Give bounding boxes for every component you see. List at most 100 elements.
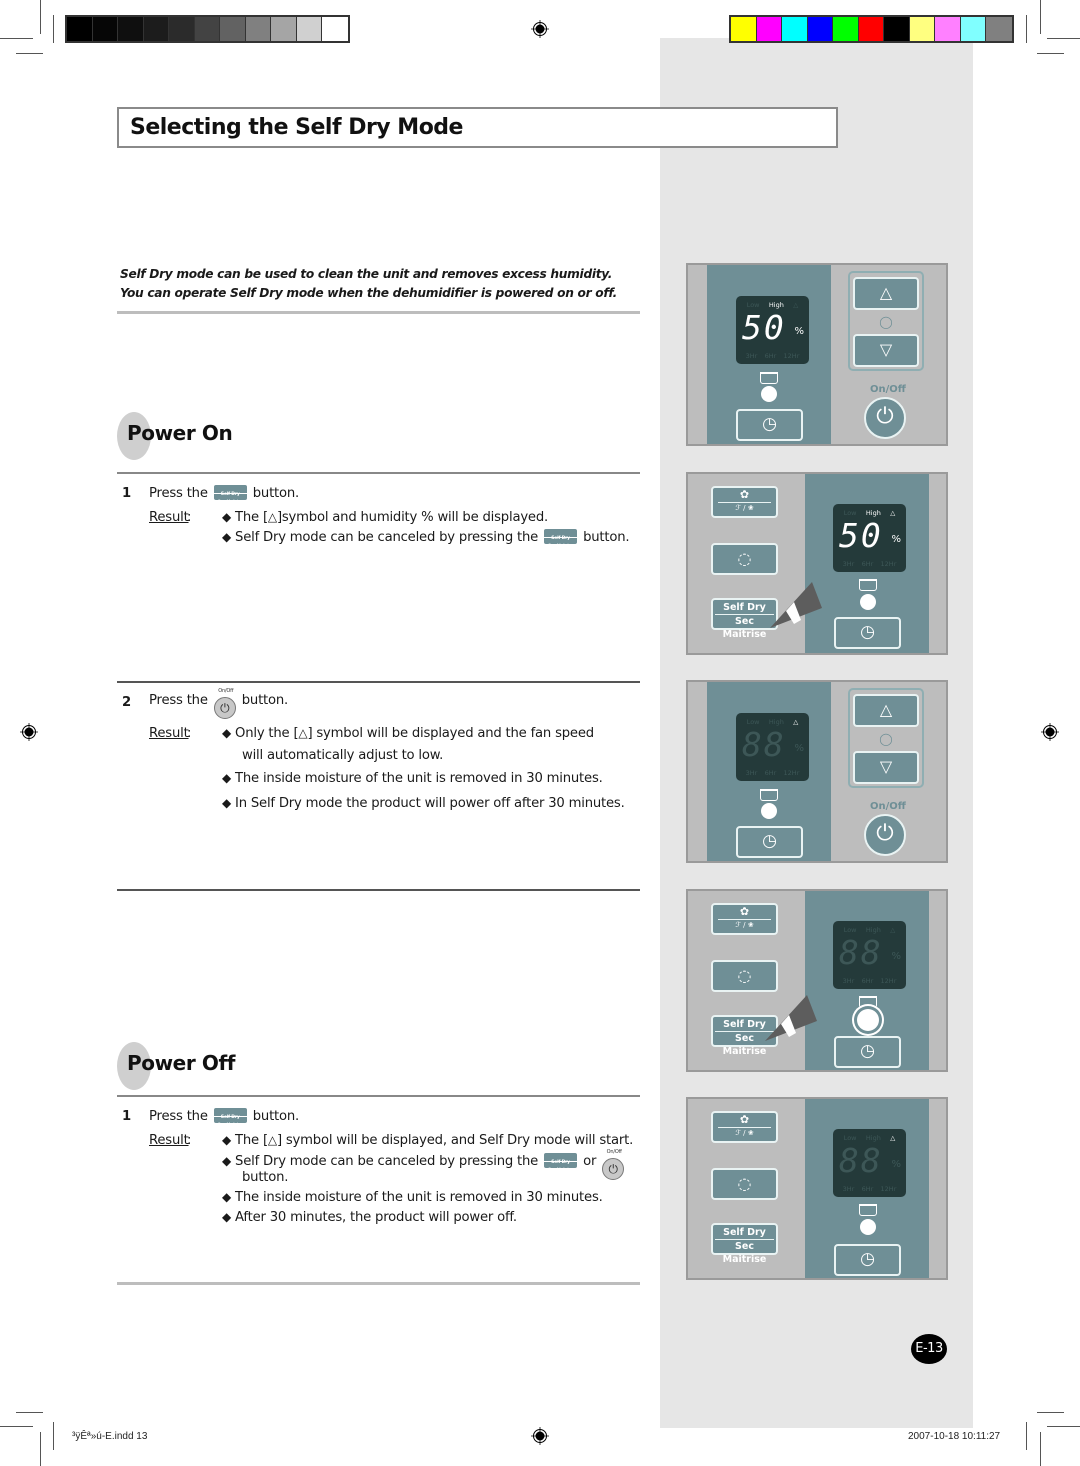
power-button-icon: On/Off ⏻ <box>213 688 236 719</box>
power-button[interactable]: ⏻ <box>864 814 906 856</box>
bullet-text: The [ <box>235 1133 268 1148</box>
color-swatch <box>92 17 118 41</box>
fan-button[interactable]: ✿ ℱ / ❀ <box>711 903 778 935</box>
control-panel-illustration: ✿ ℱ / ❀ ◌ Self Dry Sec Maitrise Low High △ 8… <box>686 889 948 1072</box>
page-number-badge: E-13 <box>911 1334 947 1364</box>
bullet-continuation: button. <box>242 1170 289 1185</box>
fan-icon: ✿ <box>739 1113 750 1126</box>
crop-mark <box>1037 1412 1064 1413</box>
control-panel-illustration: Low High △ 88 % 3Hr 6Hr 12Hr ◷ △ ◯ ▽ On/Off … <box>686 680 948 863</box>
print-timestamp: 2007-10-18 10:11:27 <box>908 1431 1001 1442</box>
bullet-diamond-icon: ◆ <box>222 1154 232 1168</box>
step-instruction: Press the button. <box>149 1108 299 1134</box>
fan-mode-icon: ℱ / ❀ <box>718 502 771 513</box>
section-title: Power Off <box>127 1051 236 1075</box>
result-label: Result <box>149 1132 189 1149</box>
bullet-text: Self Dry mode can be canceled by pressin… <box>235 1154 539 1169</box>
crop-mark <box>1026 15 1027 43</box>
onoff-label: On/Off <box>870 801 906 812</box>
fan-button[interactable]: ✿ ℱ / ❀ <box>711 486 778 518</box>
display-percent: % <box>891 1159 901 1170</box>
display-label-12hr: 12Hr <box>783 352 800 360</box>
crop-mark <box>0 38 33 39</box>
bullet-diamond-icon: ◆ <box>222 1190 232 1204</box>
registration-mark-icon <box>531 20 549 38</box>
result-bullet: ◆ The [△] symbol will be displayed, and … <box>222 1132 633 1149</box>
divider <box>117 1095 640 1097</box>
step-number: 1 <box>122 486 131 501</box>
result-label: Result <box>149 509 189 526</box>
section-heading-power-on: Power On <box>117 412 417 460</box>
lcd-display: Low High △ 50 % 3Hr 6Hr 12Hr <box>833 504 906 572</box>
bullet-text: The inside moisture of the unit is remov… <box>235 1190 603 1205</box>
divider <box>117 1282 640 1285</box>
grayscale-bar <box>65 15 350 43</box>
indicator-led <box>761 386 777 402</box>
fan-mode-icon: ℱ / ❀ <box>718 1127 771 1138</box>
bullet-diamond-icon: ◆ <box>222 726 232 740</box>
result-bullet: ◆ In Self Dry mode the product will powe… <box>222 795 625 812</box>
bullet-diamond-icon: ◆ <box>222 530 232 544</box>
page-title-box: Selecting the Self Dry Mode <box>117 107 838 148</box>
timer-button[interactable]: ◷ <box>736 409 803 441</box>
self-dry-button[interactable]: Self Dry Sec Maitrise <box>711 1223 778 1265</box>
timer-button[interactable]: ◷ <box>834 1036 901 1068</box>
display-digits: 88 <box>742 725 786 764</box>
power-button[interactable]: ⏻ <box>864 397 906 439</box>
crop-mark <box>1047 38 1080 39</box>
fan-mode-icon: ℱ / ❀ <box>718 919 771 930</box>
down-button[interactable]: ▽ <box>853 751 919 784</box>
section-heading-power-off: Power Off <box>117 1042 417 1090</box>
humidity-control-group: △ ◯ ▽ <box>848 688 924 788</box>
color-swatch <box>756 17 782 41</box>
color-swatch <box>143 17 169 41</box>
timer-button[interactable]: ◷ <box>834 1244 901 1276</box>
sec-maitrise-label: Sec Maitrise <box>715 614 774 641</box>
result-colon: : <box>187 510 192 525</box>
color-swatch <box>782 17 808 41</box>
mode-button[interactable]: ◌ <box>711 1168 778 1200</box>
color-swatch <box>67 17 93 41</box>
intro-line: You can operate Self Dry mode when the d… <box>120 286 617 300</box>
up-button[interactable]: △ <box>853 277 919 310</box>
result-label: Result <box>149 725 189 742</box>
bullet-text: The inside moisture of the unit is remov… <box>235 771 603 786</box>
up-button[interactable]: △ <box>853 694 919 727</box>
mode-button[interactable]: ◌ <box>711 960 778 992</box>
divider <box>117 311 640 314</box>
onoff-label: On/Off <box>606 1149 622 1155</box>
drop-icon: △ <box>267 1133 277 1147</box>
crop-mark <box>40 1432 41 1466</box>
humidity-icon: ◯ <box>879 315 893 329</box>
step-number: 1 <box>122 1109 131 1124</box>
timer-button[interactable]: ◷ <box>736 826 803 858</box>
display-label-6hr: 6Hr <box>764 769 777 777</box>
bullet-text: button. <box>583 530 630 545</box>
color-swatch <box>986 17 1012 41</box>
self-dry-button-icon <box>544 529 578 555</box>
divider <box>117 889 640 891</box>
drop-icon: △ <box>890 926 896 934</box>
water-tank-icon <box>760 789 778 801</box>
bullet-diamond-icon: ◆ <box>222 796 232 810</box>
timer-button[interactable]: ◷ <box>834 617 901 649</box>
color-swatch <box>194 17 220 41</box>
color-swatch <box>169 17 195 41</box>
crop-mark <box>1040 0 1041 34</box>
mode-button[interactable]: ◌ <box>711 543 778 575</box>
humidity-icon: ◯ <box>879 732 893 746</box>
water-tank-icon <box>859 996 877 1008</box>
display-label-6hr: 6Hr <box>764 352 777 360</box>
press-pointer-icon <box>765 995 817 1041</box>
bullet-continuation: will automatically adjust to low. <box>242 748 444 763</box>
fan-button[interactable]: ✿ ℱ / ❀ <box>711 1111 778 1143</box>
display-digits: 88 <box>839 1141 883 1180</box>
result-bullet: ◆ The inside moisture of the unit is rem… <box>222 770 603 787</box>
crop-mark <box>1037 53 1064 54</box>
blinking-led-icon <box>857 1009 879 1031</box>
down-button[interactable]: ▽ <box>853 334 919 367</box>
display-percent: % <box>891 534 901 545</box>
humidity-control-group: △ ◯ ▽ <box>848 271 924 371</box>
lcd-display: Low High △ 88 % 3Hr 6Hr 12Hr <box>736 713 809 781</box>
drop-icon: △ <box>890 1134 896 1142</box>
